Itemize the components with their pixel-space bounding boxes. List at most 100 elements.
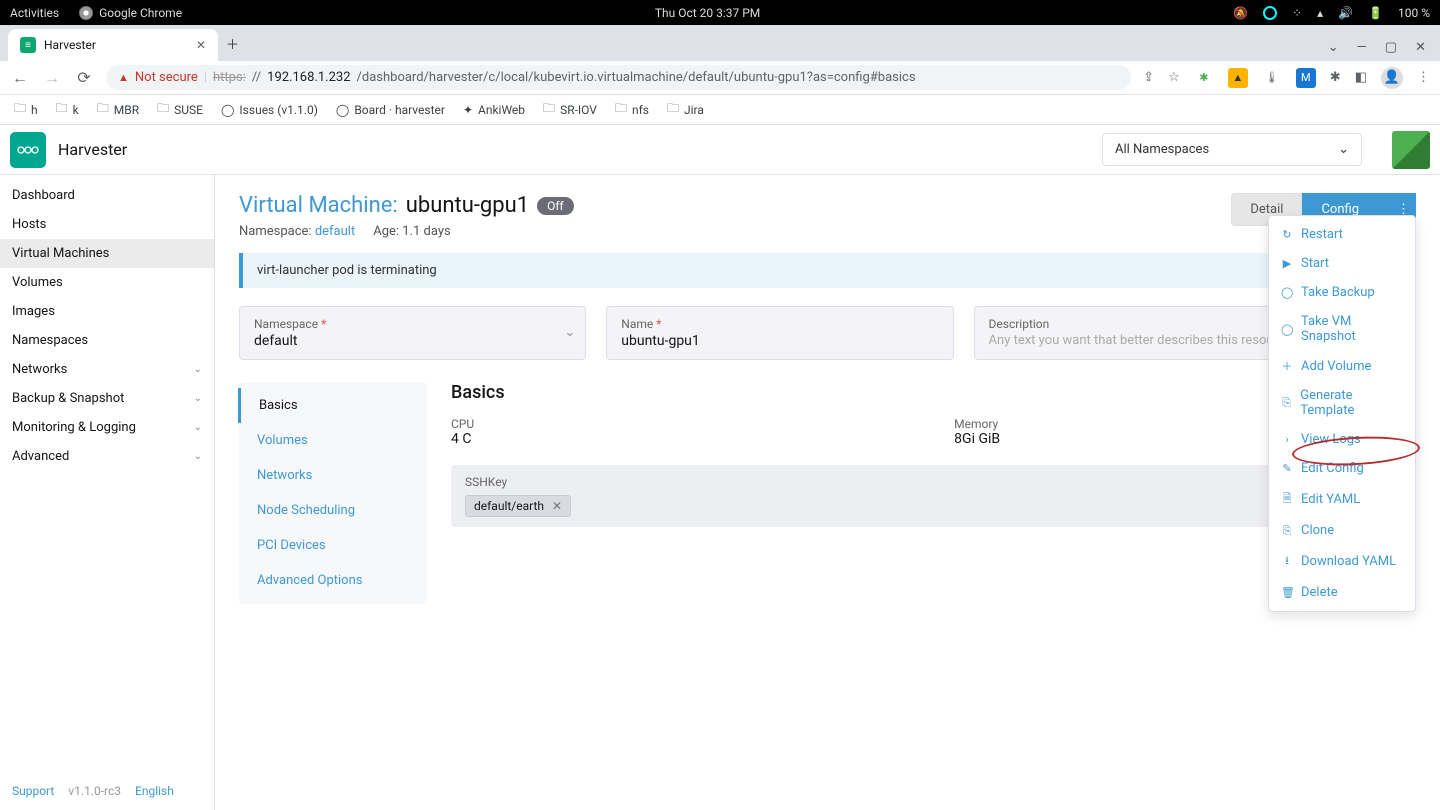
- address-bar[interactable]: ▲ Not secure | https://192.168.1.232/das…: [106, 65, 1131, 90]
- folder-icon: 🗀: [56, 99, 68, 120]
- bookmark-star-icon[interactable]: ☆: [1168, 70, 1180, 85]
- download-icon: ⭳: [1281, 552, 1293, 571]
- status-circle-icon[interactable]: [1263, 6, 1277, 20]
- trash-icon: 🗑: [1281, 586, 1293, 599]
- action-edit-yaml[interactable]: 🗎Edit YAML: [1269, 483, 1415, 516]
- bookmark-item[interactable]: ◯Board · harvester: [336, 103, 445, 117]
- sidebar-footer: Support v1.1.0-rc3 English: [0, 772, 214, 810]
- tab-basics[interactable]: Basics: [238, 388, 427, 423]
- tab-dropdown-icon[interactable]: ⌄: [1328, 40, 1339, 55]
- browser-tab[interactable]: ≡ Harvester ✕: [8, 29, 218, 61]
- action-take-snapshot[interactable]: ◯Take VM Snapshot: [1269, 307, 1415, 351]
- bookmark-item[interactable]: ◯Issues (v1.1.0): [221, 103, 318, 117]
- bookmark-item[interactable]: 🗀nfs: [615, 99, 649, 120]
- folder-icon: 🗀: [157, 99, 169, 120]
- tab-pci-devices[interactable]: PCI Devices: [239, 528, 427, 563]
- new-tab-button[interactable]: ＋: [218, 26, 247, 61]
- bookmark-item[interactable]: 🗀Jira: [667, 99, 704, 120]
- bookmark-item[interactable]: 🗀k: [56, 99, 79, 120]
- sidebar-item-images[interactable]: Images: [0, 297, 214, 326]
- network-icon[interactable]: ▴: [1317, 6, 1323, 20]
- action-clone[interactable]: ⎘Clone: [1269, 516, 1415, 545]
- anki-icon: ✦: [463, 103, 473, 117]
- url-path: /dashboard/harvester/c/local/kubevirt.io…: [357, 70, 916, 85]
- folder-icon: 🗀: [97, 99, 109, 120]
- namespace-field[interactable]: Namespace * default ⌄: [239, 306, 586, 360]
- support-link[interactable]: Support: [12, 784, 54, 798]
- battery-icon[interactable]: 🔋: [1368, 6, 1383, 20]
- window-maximize-icon[interactable]: ▢: [1385, 40, 1397, 55]
- sidebar-item-backup-snapshot[interactable]: Backup & Snapshot⌄: [0, 384, 214, 413]
- action-view-logs[interactable]: ›View Logs: [1269, 425, 1415, 454]
- sidebar-item-networks[interactable]: Networks⌄: [0, 355, 214, 384]
- status-dots-icon[interactable]: ⁘: [1292, 6, 1302, 20]
- actions-dropdown: ↻Restart ▶Start ◯Take Backup ◯Take VM Sn…: [1268, 215, 1416, 612]
- current-app[interactable]: Google Chrome: [79, 6, 182, 20]
- sidebar-item-hosts[interactable]: Hosts: [0, 210, 214, 239]
- tab-close-icon[interactable]: ✕: [196, 38, 206, 52]
- user-avatar[interactable]: [1392, 131, 1430, 169]
- notification-icon[interactable]: 🔕: [1233, 6, 1248, 20]
- bookmark-item[interactable]: 🗀MBR: [97, 99, 139, 120]
- activities-button[interactable]: Activities: [10, 6, 59, 20]
- window-minimize-icon[interactable]: —: [1357, 40, 1367, 55]
- sidebar-item-dashboard[interactable]: Dashboard: [0, 181, 214, 210]
- tab-networks[interactable]: Networks: [239, 458, 427, 493]
- sidebar-item-namespaces[interactable]: Namespaces: [0, 326, 214, 355]
- bookmark-item[interactable]: ✦AnkiWeb: [463, 103, 525, 117]
- profile-icon[interactable]: 👤: [1381, 67, 1403, 89]
- extension-icon[interactable]: 🌡: [1262, 68, 1282, 88]
- brand-name: Harvester: [58, 140, 127, 159]
- language-selector[interactable]: English: [135, 784, 174, 798]
- sshkey-chip[interactable]: default/earth ✕: [465, 495, 571, 517]
- play-icon: ▶: [1281, 257, 1293, 270]
- folder-icon: 🗀: [543, 99, 555, 120]
- action-edit-config[interactable]: ✎Edit Config: [1269, 454, 1415, 483]
- extension-icon[interactable]: ▲: [1228, 68, 1248, 88]
- harvester-logo-icon[interactable]: [10, 132, 46, 168]
- clock[interactable]: Thu Oct 20 3:37 PM: [182, 6, 1233, 20]
- security-warning-icon[interactable]: ▲: [118, 71, 129, 84]
- bookmark-item[interactable]: 🗀SUSE: [157, 99, 203, 120]
- extension-icon[interactable]: M: [1296, 68, 1316, 88]
- action-generate-template[interactable]: ⎘Generate Template: [1269, 381, 1415, 425]
- sidebar-item-monitoring-logging[interactable]: Monitoring & Logging⌄: [0, 413, 214, 442]
- memory-value: 8Gi GiB: [954, 431, 1000, 447]
- chrome-menu-icon[interactable]: ⋮: [1417, 70, 1430, 85]
- sidebar-item-virtual-machines[interactable]: Virtual Machines: [0, 239, 214, 268]
- template-icon: ⎘: [1281, 396, 1292, 410]
- volume-icon[interactable]: 🔊: [1338, 6, 1353, 20]
- reload-button[interactable]: ⟳: [74, 68, 94, 87]
- tab-volumes[interactable]: Volumes: [239, 423, 427, 458]
- action-take-backup[interactable]: ◯Take Backup: [1269, 278, 1415, 307]
- bookmark-item[interactable]: 🗀SR-IOV: [543, 99, 597, 120]
- github-icon: ◯: [336, 103, 349, 117]
- chevron-down-icon: ⌄: [194, 393, 202, 404]
- tab-title: Harvester: [44, 38, 96, 52]
- extension-icon[interactable]: ✱: [1194, 68, 1214, 88]
- chevron-down-icon: ⌄: [194, 422, 202, 433]
- extensions-icon[interactable]: ✱: [1330, 70, 1341, 85]
- sshkey-label: SSHKey: [465, 475, 1402, 489]
- backup-icon: ◯: [1281, 286, 1293, 299]
- sidebar-item-volumes[interactable]: Volumes: [0, 268, 214, 297]
- config-section-tabs: Basics Volumes Networks Node Scheduling …: [239, 382, 427, 604]
- back-button[interactable]: ←: [10, 68, 30, 88]
- namespace-selector[interactable]: All Namespaces ⌄: [1102, 133, 1362, 166]
- share-icon[interactable]: ⇪: [1143, 70, 1154, 85]
- tab-advanced-options[interactable]: Advanced Options: [239, 563, 427, 598]
- bookmarks-bar: 🗀h 🗀k 🗀MBR 🗀SUSE ◯Issues (v1.1.0) ◯Board…: [0, 95, 1440, 125]
- name-field[interactable]: Name * ubuntu-gpu1: [606, 306, 953, 360]
- sidepanel-icon[interactable]: ◧: [1355, 70, 1367, 85]
- namespace-link[interactable]: default: [315, 224, 355, 239]
- action-restart[interactable]: ↻Restart: [1269, 220, 1415, 249]
- action-start[interactable]: ▶Start: [1269, 249, 1415, 278]
- sidebar-item-advanced[interactable]: Advanced⌄: [0, 442, 214, 471]
- chip-remove-icon[interactable]: ✕: [552, 499, 562, 513]
- action-delete[interactable]: 🗑Delete: [1269, 578, 1415, 607]
- action-download-yaml[interactable]: ⭳Download YAML: [1269, 545, 1415, 578]
- tab-node-scheduling[interactable]: Node Scheduling: [239, 493, 427, 528]
- window-close-icon[interactable]: ✕: [1415, 40, 1426, 55]
- action-add-volume[interactable]: ＋Add Volume: [1269, 351, 1415, 381]
- bookmark-item[interactable]: 🗀h: [14, 99, 38, 120]
